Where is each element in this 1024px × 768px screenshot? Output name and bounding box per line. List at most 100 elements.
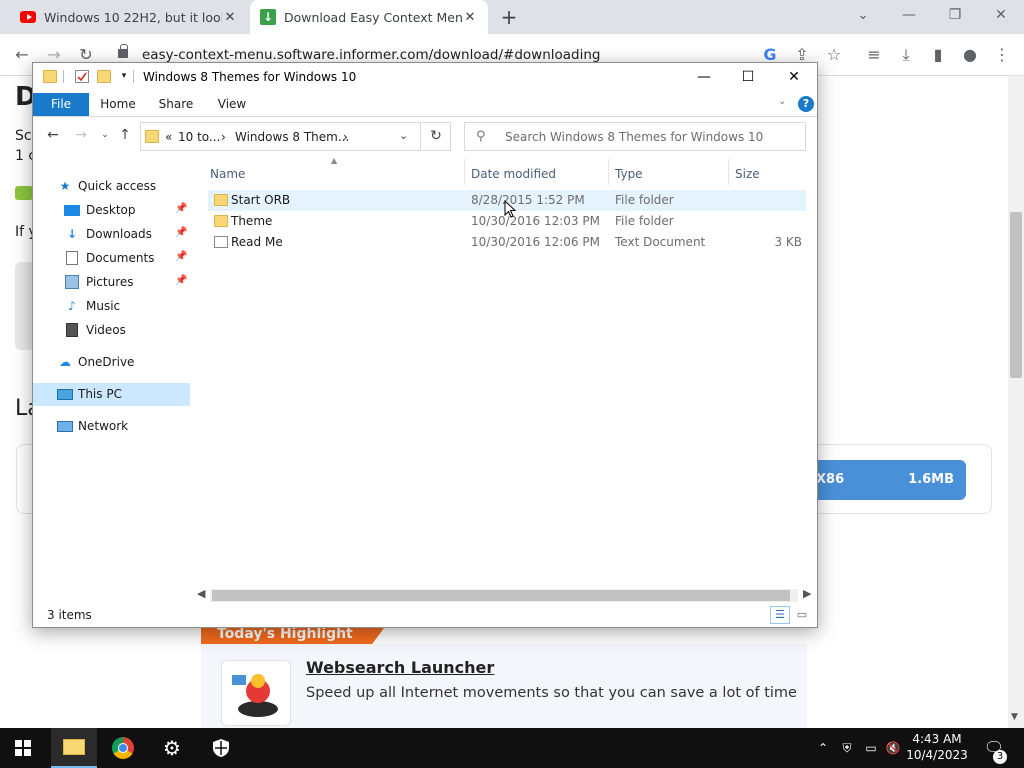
up-arrow-icon[interactable]: ↑	[115, 125, 135, 145]
nav-item-network[interactable]: Network	[33, 415, 190, 437]
properties-check-icon[interactable]	[75, 70, 89, 83]
new-folder-icon[interactable]	[97, 70, 111, 83]
large-icons-view-icon[interactable]: ▭	[792, 606, 812, 624]
column-separator[interactable]	[608, 159, 609, 185]
address-bar[interactable]: easy-context-menu.software.informer.com/…	[142, 47, 600, 63]
side-panel-icon[interactable]: ▮	[926, 43, 950, 67]
pin-icon[interactable]: 📌	[175, 251, 187, 262]
ribbon-tab-share[interactable]: Share	[153, 93, 199, 116]
pictures-icon	[65, 275, 79, 289]
close-browser-button[interactable]: ✕	[978, 0, 1024, 30]
column-header-size[interactable]: Size	[735, 163, 760, 185]
nav-item-desktop[interactable]: Desktop 📌	[33, 199, 190, 221]
breadcrumb-part-1[interactable]: 10 to...	[178, 130, 220, 144]
show-hidden-icons-chevron-icon[interactable]: ⌃	[814, 728, 832, 768]
column-separator[interactable]	[728, 159, 729, 185]
nav-item-onedrive[interactable]: ☁ OneDrive	[33, 351, 190, 373]
file-type: File folder	[615, 214, 674, 228]
file-explorer-window: ▾ Windows 8 Themes for Windows 10 — ☐ ✕ …	[32, 62, 818, 628]
browser-tab-youtube[interactable]: Windows 10 22H2, but it looks li ✕	[10, 0, 248, 34]
column-header-date[interactable]: Date modified	[471, 163, 556, 185]
expand-ribbon-chevron-icon[interactable]: ⌄	[778, 96, 786, 107]
file-row[interactable]: Read Me 10/30/2016 12:06 PM Text Documen…	[208, 232, 806, 253]
file-type: Text Document	[615, 235, 706, 249]
shield-icon	[213, 739, 229, 757]
nav-item-music[interactable]: ♪ Music	[33, 295, 190, 317]
nav-item-this-pc[interactable]: This PC	[33, 383, 190, 406]
tab-search-icon[interactable]: ⌄	[840, 0, 886, 30]
pin-icon[interactable]: 📌	[175, 227, 187, 238]
minimize-browser-button[interactable]: —	[886, 0, 932, 30]
taskbar-settings[interactable]: ⚙	[149, 728, 195, 768]
address-dropdown-icon[interactable]: ⌄	[399, 129, 408, 142]
ribbon-tab-file[interactable]: File	[33, 93, 89, 116]
back-arrow-icon[interactable]: ←	[10, 43, 34, 67]
websearch-launcher-logo-icon[interactable]	[221, 660, 291, 726]
details-view-icon[interactable]: ☰	[770, 606, 790, 624]
browser-tab-download[interactable]: ↓ Download Easy Context Menu by ✕	[250, 0, 488, 34]
column-header-name[interactable]: Name	[210, 163, 245, 185]
mouse-cursor-icon	[504, 200, 516, 218]
breadcrumb-overflow[interactable]: «	[165, 130, 172, 144]
taskbar-security[interactable]	[198, 728, 244, 768]
search-input[interactable]: Search Windows 8 Themes for Windows 10	[505, 130, 763, 144]
breadcrumb-separator[interactable]: ›	[221, 130, 226, 144]
downloads-icon[interactable]: ⤓	[894, 43, 918, 67]
close-tab-button[interactable]: ✕	[222, 10, 238, 25]
breadcrumb-part-2[interactable]: Windows 8 Them...	[235, 130, 349, 144]
address-bar[interactable]: « 10 to... › Windows 8 Them... › ⌄	[140, 122, 421, 151]
lock-icon[interactable]	[118, 44, 128, 58]
page-scrollbar[interactable]	[1008, 76, 1024, 728]
scroll-left-arrow-icon[interactable]: ◀	[197, 587, 205, 600]
scrollbar-thumb[interactable]	[212, 590, 790, 601]
scroll-right-arrow-icon[interactable]: ▶	[803, 587, 811, 600]
forward-arrow-icon[interactable]: →	[71, 125, 91, 145]
search-box[interactable]: ⚲ Search Windows 8 Themes for Windows 10	[464, 122, 806, 151]
column-separator[interactable]	[464, 159, 465, 185]
security-tray-icon[interactable]: ⛨	[838, 728, 856, 768]
file-name: Theme	[231, 214, 273, 228]
nav-item-downloads[interactable]: ↓ Downloads 📌	[33, 223, 190, 245]
column-header-type[interactable]: Type	[615, 163, 643, 185]
new-tab-button[interactable]: +	[498, 6, 520, 28]
nav-item-videos[interactable]: Videos	[33, 319, 190, 341]
ribbon-tab-home[interactable]: Home	[95, 93, 141, 116]
network-tray-icon[interactable]: ▭	[862, 728, 880, 768]
help-icon[interactable]: ?	[798, 96, 814, 112]
folder-icon	[214, 194, 228, 206]
tab-title: Download Easy Context Menu by	[284, 9, 462, 25]
taskbar-chrome[interactable]	[100, 728, 146, 768]
nav-item-pictures[interactable]: Pictures 📌	[33, 271, 190, 293]
nav-item-quick-access[interactable]: ★ Quick access	[33, 175, 190, 197]
quick-access-dropdown-icon[interactable]: ▾	[117, 70, 131, 83]
pin-icon[interactable]: 📌	[175, 275, 187, 286]
page-scrollbar-thumb[interactable]	[1010, 212, 1022, 378]
refresh-icon[interactable]: ↻	[422, 122, 451, 151]
nav-item-documents[interactable]: Documents 📌	[33, 247, 190, 269]
download-size: 1.6MB	[908, 472, 954, 487]
clock[interactable]: 4:43 AM 10/4/2023	[900, 731, 974, 763]
star-icon: ★	[59, 179, 71, 193]
cloud-icon: ☁	[59, 355, 71, 369]
bookmark-star-icon[interactable]: ☆	[822, 43, 846, 67]
scroll-down-arrow-icon[interactable]: ▼	[1011, 712, 1018, 722]
breadcrumb-separator[interactable]: ›	[343, 130, 348, 144]
maximize-window-button[interactable]: ☐	[725, 63, 771, 93]
restore-browser-button[interactable]: ❐	[932, 0, 978, 30]
navigation-pane: ★ Quick access Desktop 📌 ↓ Downloads 📌 D…	[33, 163, 190, 583]
ribbon-tab-view[interactable]: View	[209, 93, 255, 116]
close-tab-button[interactable]: ✕	[462, 10, 478, 25]
taskbar-file-explorer[interactable]	[51, 728, 97, 768]
menu-kebab-icon[interactable]: ⋮	[990, 43, 1014, 67]
minimize-window-button[interactable]: —	[681, 63, 727, 93]
back-arrow-icon[interactable]: ←	[43, 125, 63, 145]
start-button[interactable]	[0, 728, 46, 768]
file-date: 10/30/2016 12:06 PM	[471, 235, 600, 249]
promo-title-link[interactable]: Websearch Launcher	[306, 658, 494, 677]
reading-list-icon[interactable]: ≡	[862, 43, 886, 67]
close-window-button[interactable]: ✕	[771, 63, 817, 93]
horizontal-scrollbar[interactable]: ◀ ▶	[194, 587, 815, 604]
profile-avatar-icon[interactable]: ●	[958, 43, 982, 67]
recent-locations-chevron-icon[interactable]: ⌄	[95, 125, 115, 145]
pin-icon[interactable]: 📌	[175, 203, 187, 214]
